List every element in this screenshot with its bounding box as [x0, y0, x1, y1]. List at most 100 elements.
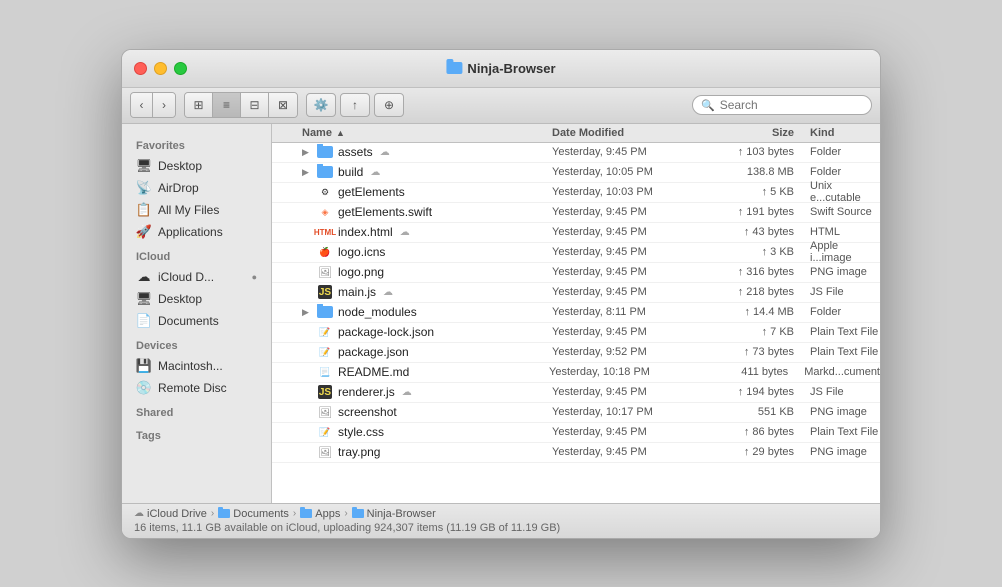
folder-icon [317, 146, 333, 158]
file-name: README.md [338, 365, 409, 379]
breadcrumb-label: Documents [233, 508, 289, 520]
title-folder-icon [446, 62, 462, 74]
table-row[interactable]: JS main.js ☁ Yesterday, 9:45 PM ↑ 218 by… [272, 283, 880, 303]
minimize-button[interactable] [154, 62, 167, 75]
list-view-button[interactable]: ≡ [213, 93, 241, 117]
sidebar-item-remote-disc[interactable]: 💿 Remote Disc [126, 377, 267, 399]
table-row[interactable]: ⚙ getElements Yesterday, 10:03 PM ↑ 5 KB… [272, 183, 880, 203]
search-bar: 🔍 [692, 95, 872, 115]
table-row[interactable]: ▶ node_modules Yesterday, 8:11 PM ↑ 14.4… [272, 303, 880, 323]
file-date: Yesterday, 9:45 PM [552, 426, 712, 438]
breadcrumb-item[interactable]: Ninja-Browser [352, 508, 436, 520]
sidebar-item-icloud-drive[interactable]: ☁ iCloud D... ● [126, 266, 267, 288]
breadcrumb-separator: › [293, 508, 296, 519]
icloud-header: iCloud [122, 243, 271, 266]
swift-icon: ◈ [322, 207, 329, 218]
status-bar: ☁iCloud Drive›Documents›Apps›Ninja-Brows… [122, 503, 880, 538]
file-type-icon: JS [317, 284, 333, 300]
table-row[interactable]: 📝 package.json Yesterday, 9:52 PM ↑ 73 b… [272, 343, 880, 363]
maximize-button[interactable] [174, 62, 187, 75]
txt-icon: 📝 [319, 347, 330, 358]
sidebar-item-all-my-files[interactable]: 📋 All My Files [126, 199, 267, 221]
file-date: Yesterday, 8:11 PM [552, 306, 712, 318]
expand-arrow[interactable]: ▶ [302, 167, 312, 178]
table-row[interactable]: 🖼 tray.png Yesterday, 9:45 PM ↑ 29 bytes… [272, 443, 880, 463]
expand-arrow[interactable]: ▶ [302, 307, 312, 318]
sidebar-item-macintosh[interactable]: 💾 Macintosh... [126, 355, 267, 377]
breadcrumb-label: iCloud Drive [147, 508, 207, 520]
breadcrumb-item[interactable]: Documents [218, 508, 289, 520]
file-kind: PNG image [802, 266, 880, 278]
file-type-icon: HTML [317, 224, 333, 240]
table-row[interactable]: 🖼 screenshot Yesterday, 10:17 PM 551 KB … [272, 403, 880, 423]
view-buttons: ⊞ ≡ ⊟ ⊠ [184, 92, 298, 118]
column-view-button[interactable]: ⊟ [241, 93, 269, 117]
documents-icon: 📄 [136, 313, 152, 329]
file-type-icon: 🍎 [317, 244, 333, 260]
devices-header: Devices [122, 332, 271, 355]
expand-arrow[interactable]: ▶ [302, 147, 312, 158]
shared-header: Shared [122, 399, 271, 422]
file-type-icon: 📝 [317, 324, 333, 340]
icloud-badge: ● [252, 272, 257, 282]
finder-window: Ninja-Browser ‹ › ⊞ ≡ ⊟ ⊠ ⚙️ ↑ ⊕ 🔍 Favor… [121, 49, 881, 539]
breadcrumb-folder-icon [300, 509, 312, 518]
file-kind: Plain Text File [802, 326, 880, 338]
file-date: Yesterday, 9:45 PM [552, 266, 712, 278]
file-name: index.html [338, 225, 393, 239]
traffic-lights [134, 62, 187, 75]
image-icon: 🖼 [318, 446, 332, 459]
file-size: ↑ 7 KB [712, 326, 802, 338]
file-size: ↑ 316 bytes [712, 266, 802, 278]
file-name: getElements [338, 185, 405, 199]
file-kind: Apple i...image [802, 240, 880, 264]
breadcrumb-item[interactable]: ☁iCloud Drive [134, 508, 207, 520]
sidebar-item-airdrop[interactable]: 📡 AirDrop [126, 177, 267, 199]
file-kind: Unix e...cutable [802, 180, 880, 204]
table-row[interactable]: ◈ getElements.swift Yesterday, 9:45 PM ↑… [272, 203, 880, 223]
size-column-header[interactable]: Size [712, 127, 802, 139]
close-button[interactable] [134, 62, 147, 75]
favorites-header: Favorites [122, 132, 271, 155]
sort-arrow: ▲ [336, 128, 345, 138]
file-name: assets [338, 145, 373, 159]
file-date: Yesterday, 9:45 PM [552, 206, 712, 218]
window-title: Ninja-Browser [446, 61, 555, 76]
sidebar-item-documents[interactable]: 📄 Documents [126, 310, 267, 332]
sidebar-item-icloud-desktop[interactable]: 🖥 Desktop [126, 288, 267, 310]
table-row[interactable]: JS renderer.js ☁ Yesterday, 9:45 PM ↑ 19… [272, 383, 880, 403]
sidebar-item-desktop[interactable]: 🖥 Desktop [126, 155, 267, 177]
file-kind: PNG image [802, 446, 880, 458]
icon-view-button[interactable]: ⊞ [185, 93, 213, 117]
table-row[interactable]: 📃 README.md Yesterday, 10:18 PM 411 byte… [272, 363, 880, 383]
file-size: ↑ 86 bytes [712, 426, 802, 438]
table-row[interactable]: 📝 package-lock.json Yesterday, 9:45 PM ↑… [272, 323, 880, 343]
file-date: Yesterday, 10:05 PM [552, 166, 712, 178]
file-size: ↑ 29 bytes [712, 446, 802, 458]
breadcrumb-folder-icon [352, 509, 364, 518]
action-button[interactable]: ⚙️ [306, 93, 336, 117]
name-column-header[interactable]: Name ▲ [272, 127, 552, 139]
search-icon: 🔍 [701, 99, 715, 112]
date-column-header[interactable]: Date Modified [552, 127, 712, 139]
cover-flow-button[interactable]: ⊠ [269, 93, 297, 117]
sidebar-item-applications[interactable]: 🚀 Applications [126, 221, 267, 243]
file-date: Yesterday, 10:18 PM [549, 366, 707, 378]
table-row[interactable]: HTML index.html ☁ Yesterday, 9:45 PM ↑ 4… [272, 223, 880, 243]
table-row[interactable]: 🍎 logo.icns Yesterday, 9:45 PM ↑ 3 KB Ap… [272, 243, 880, 263]
file-kind: Swift Source [802, 206, 880, 218]
share-button[interactable]: ↑ [340, 93, 370, 117]
tag-button[interactable]: ⊕ [374, 93, 404, 117]
file-kind: Plain Text File [802, 346, 880, 358]
search-input[interactable] [720, 98, 863, 112]
forward-button[interactable]: › [153, 93, 175, 117]
file-size: 411 bytes [707, 366, 796, 378]
table-row[interactable]: ▶ assets ☁ Yesterday, 9:45 PM ↑ 103 byte… [272, 143, 880, 163]
kind-column-header[interactable]: Kind [802, 127, 880, 139]
breadcrumb-item[interactable]: Apps [300, 508, 340, 520]
back-button[interactable]: ‹ [131, 93, 153, 117]
table-row[interactable]: 📝 style.css Yesterday, 9:45 PM ↑ 86 byte… [272, 423, 880, 443]
table-row[interactable]: 🖼 logo.png Yesterday, 9:45 PM ↑ 316 byte… [272, 263, 880, 283]
table-row[interactable]: ▶ build ☁ Yesterday, 10:05 PM 138.8 MB F… [272, 163, 880, 183]
file-size: ↑ 218 bytes [712, 286, 802, 298]
